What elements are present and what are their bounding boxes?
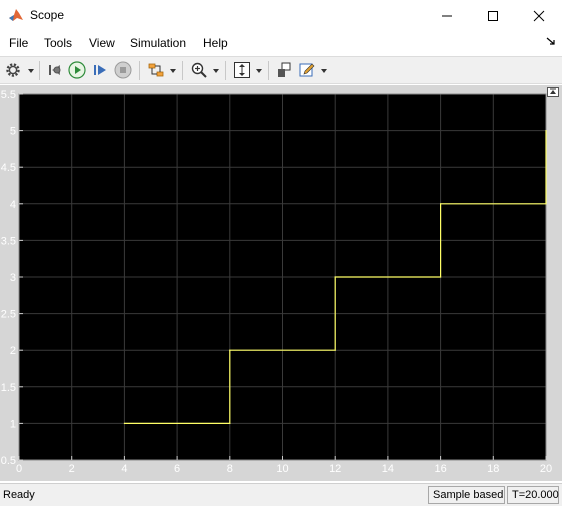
y-tick-label: 0.5 — [1, 455, 16, 467]
expand-icon — [550, 88, 556, 94]
zoom-icon — [191, 62, 207, 78]
minimize-icon — [442, 15, 452, 16]
maximize-icon — [488, 10, 498, 21]
menu-simulation[interactable]: Simulation — [130, 36, 186, 50]
scope-plot[interactable]: 0 2 4 6 8 10 12 14 16 18 20 0.5 1 1.5 2 2.5 3 3.5 4 4.5 5 5.5 — [0, 85, 562, 481]
y-tick-label: 5 — [10, 126, 16, 138]
x-tick-label: 18 — [487, 463, 499, 475]
scale-axes-button[interactable] — [232, 60, 252, 80]
menu-file[interactable]: File — [9, 36, 28, 50]
signal-point — [545, 130, 547, 132]
scope-display[interactable]: 0 2 4 6 8 10 12 14 16 18 20 0.5 1 1.5 2 2.5 3 3.5 4 4.5 5 5.5 — [0, 85, 562, 481]
y-tick-label: 1 — [10, 418, 16, 430]
run-icon — [68, 61, 86, 79]
menu-bar: File Tools View Simulation Help — [0, 33, 562, 55]
x-tick-label: 8 — [227, 463, 233, 475]
gear-icon — [6, 63, 20, 77]
y-tick-label: 3 — [10, 272, 16, 284]
toolbar-separator — [225, 61, 226, 80]
y-tick-label: 2 — [10, 345, 16, 357]
y-tick-label: 1.5 — [1, 382, 16, 394]
step-forward-icon — [94, 65, 106, 75]
scale-axes-icon — [234, 62, 250, 78]
maximize-button[interactable] — [470, 0, 516, 31]
step-back-button[interactable] — [45, 60, 65, 80]
signal-point — [440, 276, 442, 278]
toolbar-separator — [182, 61, 183, 80]
undock-axes-button[interactable] — [547, 87, 559, 97]
highlight-block-button[interactable] — [274, 60, 294, 80]
signal-point — [334, 276, 336, 278]
step-forward-button[interactable] — [90, 60, 110, 80]
edit-dropdown-icon[interactable] — [321, 69, 327, 73]
x-tick-label: 4 — [121, 463, 127, 475]
signal-select-button[interactable] — [146, 60, 166, 80]
y-tick-label: 2.5 — [1, 309, 16, 321]
signal-select-dropdown-icon[interactable] — [170, 69, 176, 73]
highlight-block-icon — [278, 62, 291, 77]
minimize-button[interactable] — [424, 0, 470, 31]
window-title: Scope — [30, 8, 65, 22]
signal-point — [545, 203, 547, 205]
scale-axes-dropdown-icon[interactable] — [256, 69, 262, 73]
y-tick-label: 5.5 — [1, 89, 16, 101]
y-tick-label: 4.5 — [1, 162, 16, 174]
x-tick-label: 20 — [540, 463, 552, 475]
edit-button[interactable] — [297, 60, 317, 80]
menu-tools[interactable]: Tools — [44, 36, 72, 50]
y-tick-label: 4 — [10, 199, 16, 211]
matlab-icon — [8, 7, 24, 23]
run-button[interactable] — [67, 60, 87, 80]
x-tick-label: 6 — [174, 463, 180, 475]
sample-mode-indicator: Sample based — [428, 486, 505, 504]
close-icon — [533, 10, 545, 21]
x-tick-label: 10 — [276, 463, 288, 475]
status-text: Ready — [3, 489, 35, 501]
settings-dropdown-icon[interactable] — [28, 69, 34, 73]
close-button[interactable] — [516, 0, 562, 31]
stop-icon — [114, 61, 132, 79]
x-tick-label: 2 — [69, 463, 75, 475]
x-tick-label: 0 — [16, 463, 22, 475]
signal-select-icon — [148, 63, 164, 77]
status-bar: Ready Sample based T=20.000 — [0, 483, 562, 506]
signal-point — [440, 203, 442, 205]
zoom-dropdown-icon[interactable] — [213, 69, 219, 73]
signal-point — [229, 422, 231, 424]
toolbar-separator — [39, 61, 40, 80]
y-tick-label: 3.5 — [1, 235, 16, 247]
signal-point — [123, 422, 125, 424]
edit-icon — [299, 63, 315, 77]
x-tick-label: 16 — [434, 463, 446, 475]
dock-icon[interactable] — [546, 36, 556, 46]
zoom-button[interactable] — [189, 60, 209, 80]
toolbar — [0, 56, 562, 84]
signal-point — [334, 349, 336, 351]
settings-button[interactable] — [3, 60, 23, 80]
signal-point — [229, 349, 231, 351]
toolbar-separator — [268, 61, 269, 80]
menu-help[interactable]: Help — [203, 36, 228, 50]
stop-button[interactable] — [113, 60, 133, 80]
x-tick-label: 12 — [329, 463, 341, 475]
toolbar-separator — [139, 61, 140, 80]
x-tick-label: 14 — [382, 463, 394, 475]
step-back-icon — [49, 65, 61, 75]
simulation-time-indicator: T=20.000 — [507, 486, 559, 504]
title-bar[interactable]: Scope — [0, 0, 562, 31]
menu-view[interactable]: View — [89, 36, 115, 50]
